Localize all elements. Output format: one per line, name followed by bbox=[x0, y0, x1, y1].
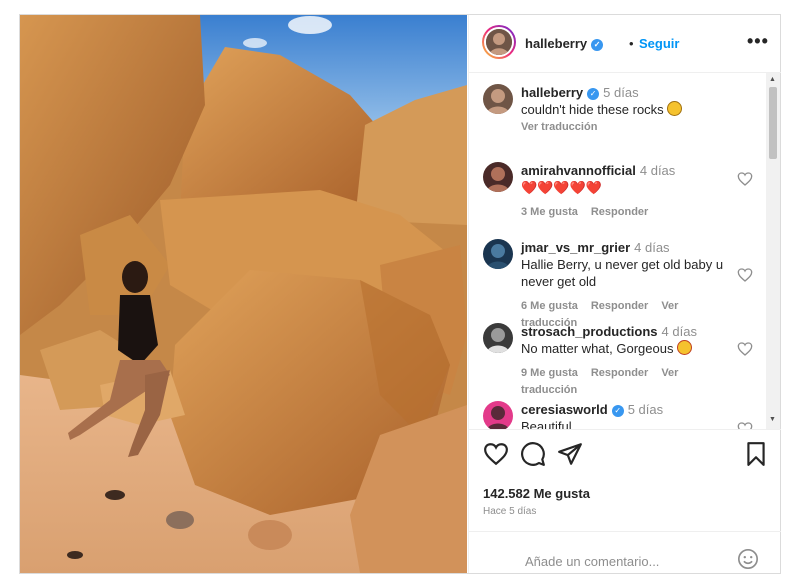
comment-time: 5 días bbox=[603, 85, 639, 100]
comment-text: ❤️❤️❤️❤️❤️ bbox=[521, 180, 602, 195]
scroll-down-arrow-icon[interactable]: ▼ bbox=[769, 416, 776, 423]
post-photo[interactable] bbox=[20, 15, 467, 573]
comment-list[interactable]: halleberry ✓ 5 días couldn't hide these ro… bbox=[469, 73, 765, 429]
heart-icon[interactable] bbox=[483, 441, 509, 467]
verified-icon: ✓ bbox=[611, 404, 624, 417]
follow-button[interactable]: Seguir bbox=[639, 36, 679, 51]
post-side-panel: halleberry ✓ • Seguir ••• halleberry ✓ 5 dí… bbox=[468, 15, 781, 573]
separator-dot: • bbox=[629, 36, 634, 51]
header-username[interactable]: halleberry ✓ bbox=[525, 36, 604, 51]
heart-icon[interactable] bbox=[737, 267, 753, 283]
commenter-avatar[interactable] bbox=[483, 84, 513, 114]
smiling-emoji-icon bbox=[667, 101, 683, 116]
comment-username[interactable]: halleberry bbox=[521, 85, 583, 100]
reply-link[interactable]: Responder bbox=[591, 367, 648, 379]
scrollbar-thumb[interactable] bbox=[769, 87, 777, 159]
heart-icon[interactable] bbox=[737, 171, 753, 187]
translate-link[interactable]: Ver traducción bbox=[521, 121, 597, 133]
post-actions: 142.582 Me gusta Hace 5 días Añade un co… bbox=[469, 429, 781, 574]
bookmark-icon[interactable] bbox=[743, 441, 769, 467]
profile-picture bbox=[483, 401, 513, 429]
add-comment-bar: Añade un comentario... bbox=[469, 531, 781, 575]
star-struck-emoji-icon bbox=[677, 340, 693, 355]
post-header: halleberry ✓ • Seguir ••• bbox=[469, 15, 781, 73]
instagram-post-modal: halleberry ✓ • Seguir ••• halleberry ✓ 5 dí… bbox=[19, 14, 781, 574]
comments-scrollbar[interactable]: ▲ ▼ bbox=[766, 73, 780, 429]
comment-icon[interactable] bbox=[520, 441, 546, 467]
comment-time: 5 días bbox=[627, 402, 664, 417]
avatar[interactable] bbox=[482, 25, 516, 59]
comment-username[interactable]: amirahvannofficial bbox=[521, 163, 636, 178]
comment-username[interactable]: jmar_vs_mr_grier bbox=[521, 240, 630, 255]
username-text[interactable]: halleberry bbox=[525, 36, 587, 51]
comment-text: No matter what, Gorgeous bbox=[521, 341, 674, 356]
post-timestamp: Hace 5 días bbox=[483, 506, 537, 517]
comment-text: couldn't hide these rocks bbox=[521, 102, 664, 117]
profile-picture bbox=[483, 239, 513, 269]
likes-count-link[interactable]: 6 Me gusta bbox=[521, 300, 578, 312]
share-icon[interactable] bbox=[557, 441, 583, 467]
profile-picture bbox=[483, 162, 513, 192]
commenter-avatar[interactable] bbox=[483, 162, 513, 192]
heart-icon[interactable] bbox=[737, 421, 753, 429]
comment-input[interactable]: Añade un comentario... bbox=[525, 554, 659, 569]
commenter-avatar[interactable] bbox=[483, 401, 513, 429]
commenter-avatar[interactable] bbox=[483, 323, 513, 353]
comment-text: Beautiful bbox=[521, 419, 572, 429]
likes-count-link[interactable]: 3 Me gusta bbox=[521, 206, 578, 218]
comment-time: 4 días bbox=[639, 163, 676, 178]
reply-link[interactable]: Responder bbox=[591, 300, 648, 312]
scroll-up-arrow-icon[interactable]: ▲ bbox=[769, 76, 776, 83]
commenter-avatar[interactable] bbox=[483, 239, 513, 269]
likes-count[interactable]: 142.582 Me gusta bbox=[483, 486, 590, 501]
verified-icon: ✓ bbox=[587, 87, 600, 100]
heart-icon[interactable] bbox=[737, 341, 753, 357]
verified-icon: ✓ bbox=[591, 38, 604, 51]
reply-link[interactable]: Responder bbox=[591, 206, 648, 218]
profile-picture bbox=[483, 323, 513, 353]
likes-count-link[interactable]: 9 Me gusta bbox=[521, 367, 578, 379]
comment-time: 4 días bbox=[661, 324, 697, 339]
comment-time: 4 días bbox=[634, 240, 670, 255]
rock-desert-photo bbox=[20, 15, 467, 573]
comment-username[interactable]: ceresiasworld bbox=[521, 402, 608, 417]
comment-username[interactable]: strosach_productions bbox=[521, 324, 658, 339]
emoji-icon[interactable] bbox=[737, 548, 759, 570]
comment-text: Hallie Berry, u never get old baby u nev… bbox=[521, 257, 724, 289]
profile-picture bbox=[486, 29, 512, 55]
profile-picture bbox=[483, 84, 513, 114]
more-icon[interactable]: ••• bbox=[747, 31, 769, 52]
